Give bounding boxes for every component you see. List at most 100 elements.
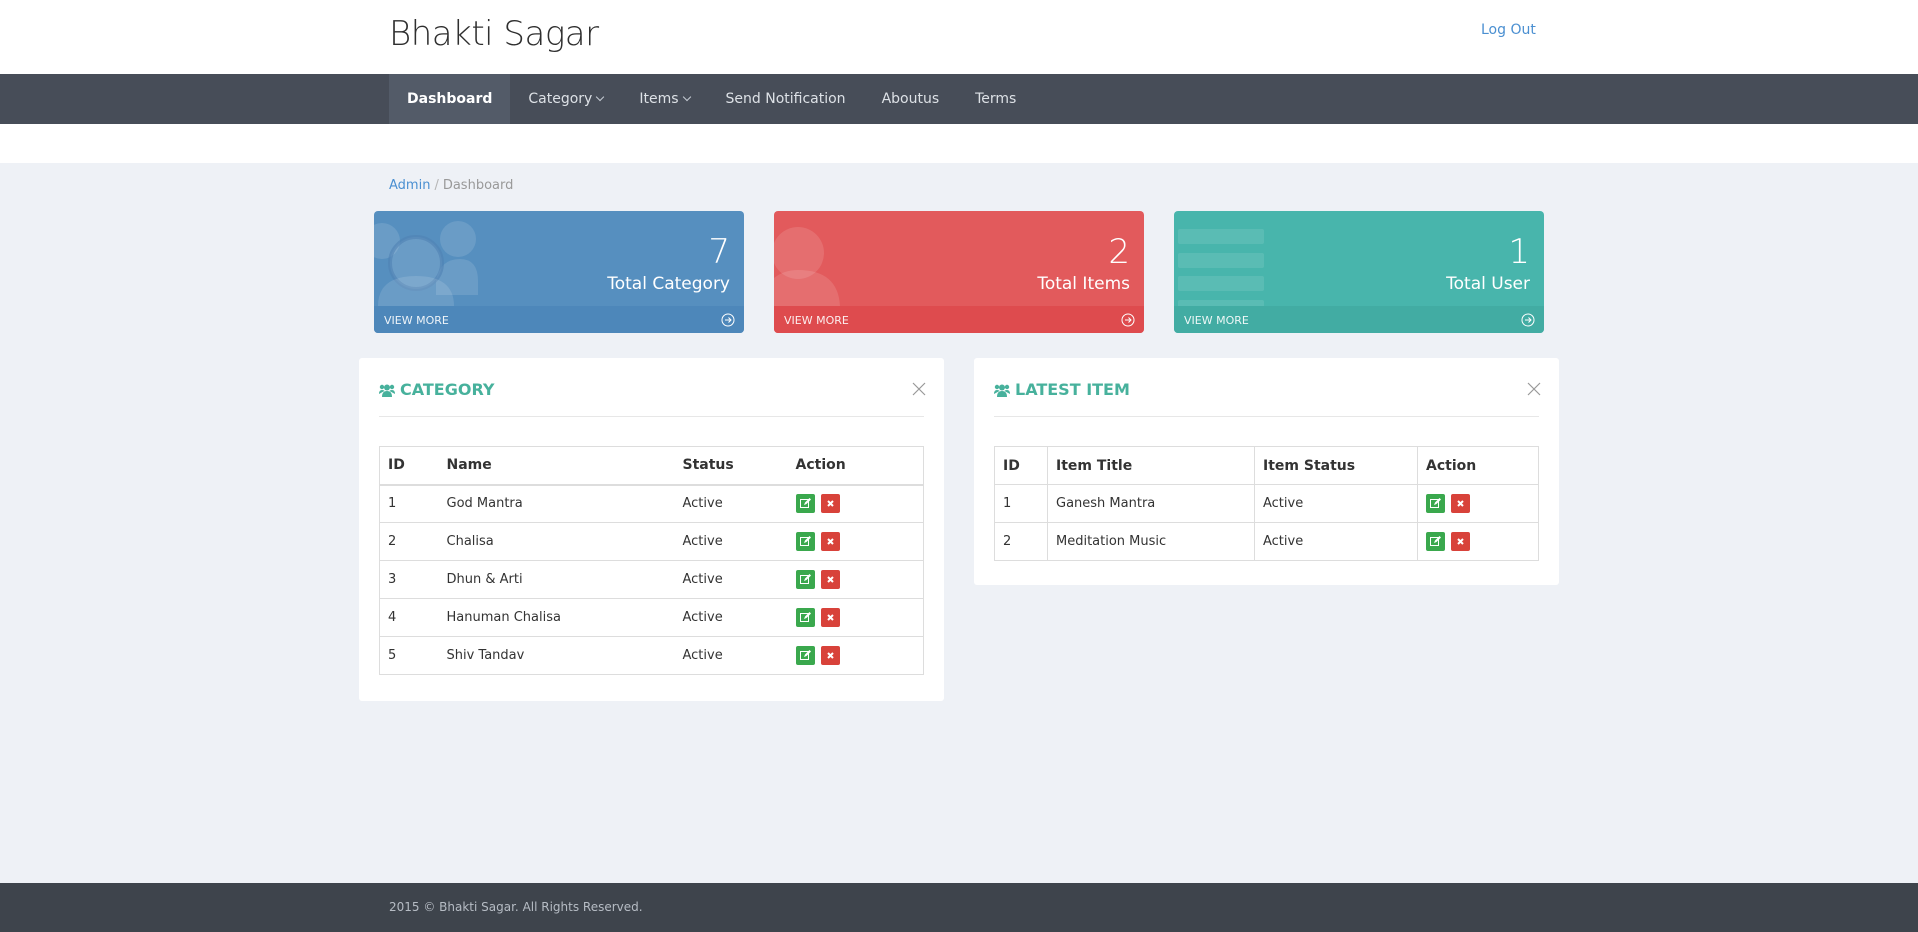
delete-button[interactable] [1451, 532, 1470, 551]
category-panel: CATEGORY ID Name Status Action 1 God Mant… [359, 358, 944, 701]
copyright-text: 2015 © Bhakti Sagar. All Rights Reserved… [389, 900, 643, 914]
cell-status: Active [682, 610, 723, 625]
table-header-row: ID Item Title Item Status Action [994, 446, 1539, 485]
cell-id: 1 [388, 496, 397, 512]
cell-id: 1 [994, 484, 1048, 523]
delete-button[interactable] [1451, 494, 1470, 513]
stat-label: Total User [1446, 274, 1530, 294]
edit-icon [799, 612, 811, 622]
delete-button[interactable] [820, 608, 840, 627]
breadcrumb-separator: / [434, 178, 439, 193]
edit-icon [1430, 498, 1441, 508]
edit-button[interactable] [795, 570, 815, 589]
chevron-down-icon [596, 92, 605, 102]
stat-label: Total Category [607, 274, 730, 294]
view-more-link[interactable]: VIEW MORE [774, 306, 1144, 333]
nav-item-items[interactable]: Items [621, 74, 707, 124]
cell-id: 4 [388, 610, 397, 625]
close-icon[interactable] [1527, 382, 1541, 396]
breadcrumb-admin[interactable]: Admin [389, 178, 430, 193]
panel-title: CATEGORY [379, 380, 495, 399]
edit-icon [799, 498, 811, 509]
cell-item-status: Active [1254, 522, 1418, 561]
cell-item-title: Ganesh Mantra [1047, 484, 1255, 523]
table-row: 1 God Mantra Active [379, 484, 924, 523]
panel-title: LATEST ITEM [994, 380, 1130, 399]
edit-icon [799, 650, 811, 660]
delete-button[interactable] [820, 532, 840, 551]
delete-button[interactable] [820, 646, 840, 665]
cell-id: 2 [994, 522, 1048, 561]
delete-button[interactable] [820, 570, 840, 589]
page-footer: 2015 © Bhakti Sagar. All Rights Reserved… [0, 883, 1918, 932]
nav-item-label: Dashboard [407, 91, 493, 107]
edit-button[interactable] [795, 608, 815, 627]
cell-name: God Mantra [446, 496, 523, 512]
breadcrumb: Admin / Dashboard [389, 178, 513, 193]
edit-button[interactable] [1426, 532, 1445, 551]
nav-item-label: Terms [975, 91, 1017, 107]
edit-button[interactable] [795, 646, 815, 665]
delete-button[interactable] [820, 494, 840, 514]
column-header: Action [795, 457, 846, 474]
stat-card-total-items: 2 Total Items VIEW MORE [774, 211, 1144, 333]
cell-item-status: Active [1254, 484, 1418, 523]
cell-id: 3 [388, 572, 397, 587]
arrow-circle-right-icon [721, 313, 735, 327]
cell-status: Active [682, 496, 723, 512]
delete-icon [826, 614, 834, 621]
table-row: 4 Hanuman Chalisa Active [379, 598, 924, 637]
column-header: Status [682, 457, 734, 474]
top-header: Bhakti Sagar Log Out [0, 0, 1918, 74]
nav-item-send-notification[interactable]: Send Notification [708, 74, 864, 124]
action-cell [1417, 522, 1539, 561]
main-navbar: Dashboard Category Items Send Notificati… [0, 74, 1918, 124]
edit-button[interactable] [795, 532, 815, 551]
nav-item-category[interactable]: Category [510, 74, 621, 124]
list-icon [1178, 229, 1264, 311]
delete-icon [826, 652, 834, 659]
view-more-link[interactable]: VIEW MORE [1174, 306, 1544, 333]
nav-item-dashboard[interactable]: Dashboard [389, 74, 511, 124]
category-table: ID Name Status Action 1 God Mantra Active 2… [379, 446, 924, 675]
view-more-label: VIEW MORE [784, 314, 849, 327]
action-cell [788, 523, 924, 561]
stat-value: 7 [708, 232, 730, 272]
nav-item-terms[interactable]: Terms [957, 74, 1034, 124]
cell-name: Shiv Tandav [446, 648, 525, 663]
cell-id: 2 [388, 534, 397, 549]
cell-id: 5 [388, 648, 397, 663]
cell-name: Chalisa [446, 534, 494, 549]
stat-card-total-user: 1 Total User VIEW MORE [1174, 211, 1544, 333]
edit-button[interactable] [795, 494, 815, 514]
action-cell [788, 561, 924, 599]
action-cell [788, 599, 924, 637]
logout-link[interactable]: Log Out [1481, 22, 1536, 38]
cell-name: Dhun & Arti [446, 572, 523, 587]
nav-item-aboutus[interactable]: Aboutus [864, 74, 958, 124]
panel-title-text: CATEGORY [400, 380, 495, 399]
action-cell [1417, 484, 1539, 523]
cell-item-title: Meditation Music [1047, 522, 1255, 561]
users-icon [994, 384, 1010, 397]
chevron-down-icon [682, 92, 691, 102]
divider [379, 416, 924, 417]
edit-button[interactable] [1426, 494, 1445, 513]
sub-header-bar [0, 124, 1918, 163]
table-row: 2 Chalisa Active [379, 522, 924, 561]
nav-item-label: Category [528, 91, 593, 107]
stat-value: 2 [1108, 232, 1130, 272]
nav-item-label: Items [639, 91, 679, 107]
table-row: 1 Ganesh Mantra Active [994, 484, 1539, 523]
column-header: ID [994, 446, 1048, 485]
delete-icon [826, 538, 834, 545]
close-icon[interactable] [912, 382, 926, 396]
user-icon [774, 227, 840, 306]
edit-icon [799, 536, 811, 546]
view-more-link[interactable]: VIEW MORE [374, 306, 744, 333]
panel-title-text: LATEST ITEM [1015, 380, 1130, 399]
cell-status: Active [682, 572, 723, 587]
breadcrumb-current: Dashboard [442, 178, 514, 193]
view-more-label: VIEW MORE [1184, 314, 1249, 327]
cell-name: Hanuman Chalisa [446, 610, 561, 625]
